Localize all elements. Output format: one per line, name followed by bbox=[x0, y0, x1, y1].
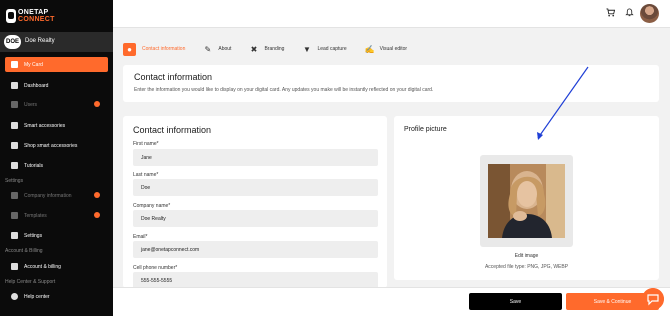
sidebar-item-label: Help center bbox=[24, 293, 50, 300]
logo-line-1: ONETAP bbox=[18, 9, 49, 16]
sidebar-item-label: Templates bbox=[24, 212, 47, 219]
accessories-icon bbox=[11, 122, 18, 129]
logo-icon bbox=[6, 9, 16, 23]
account-avatar: DOE bbox=[4, 35, 21, 49]
email-field[interactable]: jane@onetapconnect.com bbox=[133, 241, 378, 258]
save-button[interactable]: Save bbox=[469, 293, 562, 310]
person-icon: ● bbox=[123, 42, 136, 56]
section-help: Help Center & Support bbox=[5, 279, 56, 285]
billing-icon bbox=[11, 263, 18, 270]
users-icon bbox=[11, 101, 18, 108]
upgrade-badge-icon bbox=[94, 192, 100, 198]
sidebar-item-billing[interactable]: Account & billing bbox=[5, 259, 108, 274]
tools-icon: ✖ bbox=[250, 44, 258, 54]
cell-phone-field[interactable]: 555-555-5555 bbox=[133, 272, 378, 288]
dashboard-icon bbox=[11, 82, 18, 89]
sidebar-item-my-card[interactable]: My Card bbox=[5, 57, 108, 72]
tab-label: About bbox=[218, 46, 232, 52]
contact-form-card: Contact information First name* Jane Las… bbox=[123, 116, 387, 288]
section-settings: Settings bbox=[5, 178, 24, 184]
accepted-file-types: Accepted file type: PNG, JPG, WEBP bbox=[484, 264, 569, 270]
card-icon bbox=[11, 61, 18, 68]
brand-logo[interactable]: ONETAP CONNECT bbox=[6, 9, 68, 25]
sidebar-item-tutorials[interactable]: Tutorials bbox=[5, 158, 108, 173]
profile-photo bbox=[488, 164, 565, 238]
tab-label: Branding bbox=[264, 46, 285, 52]
edit-image-link[interactable]: Edit image bbox=[394, 253, 659, 259]
profile-picture-card: Profile picture Edit image Accepted file… bbox=[394, 116, 659, 280]
document-edit-icon: ✎ bbox=[204, 44, 212, 54]
tab-label: Visual editor bbox=[379, 46, 408, 52]
gear-icon bbox=[11, 232, 18, 239]
sidebar-item-smart-accessories[interactable]: Smart accessories bbox=[5, 118, 108, 133]
sidebar-item-help[interactable]: Help center bbox=[5, 289, 108, 304]
sidebar-item-label: Company information bbox=[24, 192, 72, 199]
account-name: Doe Realty bbox=[25, 38, 55, 44]
shop-icon bbox=[11, 142, 18, 149]
sidebar-item-templates[interactable]: Templates bbox=[5, 208, 108, 223]
logo-line-2: CONNECT bbox=[18, 16, 55, 23]
last-name-label: Last name* bbox=[133, 172, 159, 178]
cell-phone-label: Cell phone number* bbox=[133, 265, 178, 271]
tab-about[interactable]: ✎ About bbox=[203, 44, 232, 54]
tab-label: Contact information bbox=[142, 46, 186, 52]
first-name-label: First name* bbox=[133, 141, 159, 147]
account-switcher[interactable]: DOE Doe Realty bbox=[0, 32, 113, 52]
sidebar-item-dashboard[interactable]: Dashboard bbox=[5, 78, 108, 93]
chat-icon[interactable] bbox=[642, 288, 664, 310]
sidebar-item-label: Dashboard bbox=[24, 82, 49, 89]
tab-visual-editor[interactable]: ✍ Visual editor bbox=[365, 45, 407, 54]
filter-icon: ▼ bbox=[302, 44, 311, 54]
tutorials-icon bbox=[11, 162, 18, 169]
sidebar-item-label: Tutorials bbox=[24, 162, 43, 169]
section-billing: Account & Billing bbox=[5, 248, 43, 254]
company-icon bbox=[11, 192, 18, 199]
user-avatar[interactable] bbox=[640, 4, 659, 23]
tab-label: Lead capture bbox=[317, 46, 347, 52]
sidebar-item-label: Shop smart accessories bbox=[24, 142, 78, 149]
page-title: Contact information bbox=[134, 72, 213, 82]
sidebar-item-label: Account & billing bbox=[24, 263, 61, 270]
last-name-field[interactable]: Doe bbox=[133, 179, 378, 196]
top-bar bbox=[113, 0, 670, 28]
tab-contact-information[interactable]: ● Contact information bbox=[123, 42, 186, 56]
sidebar: ONETAP CONNECT DOE Doe Realty My Card Da… bbox=[0, 0, 113, 316]
sidebar-item-settings[interactable]: Settings bbox=[5, 228, 108, 243]
sidebar-item-label: Users bbox=[24, 101, 38, 108]
templates-icon bbox=[11, 212, 18, 219]
company-name-label: Company name* bbox=[133, 203, 171, 209]
sidebar-item-users[interactable]: Users bbox=[5, 97, 108, 112]
form-title: Contact information bbox=[133, 125, 212, 135]
tab-bar: ● Contact information ✎ About ✖ Branding… bbox=[123, 41, 425, 57]
sidebar-item-label: Settings bbox=[24, 232, 43, 239]
sidebar-item-label: Smart accessories bbox=[24, 122, 66, 129]
upgrade-badge-icon bbox=[94, 101, 100, 107]
help-icon bbox=[11, 293, 18, 300]
edit-page-icon: ✍ bbox=[364, 44, 375, 54]
cart-icon[interactable] bbox=[606, 8, 615, 17]
upgrade-badge-icon bbox=[94, 212, 100, 218]
sidebar-item-shop[interactable]: Shop smart accessories bbox=[5, 138, 108, 153]
profile-picture-title: Profile picture bbox=[404, 126, 447, 133]
profile-photo-frame[interactable] bbox=[480, 155, 573, 247]
tab-lead-capture[interactable]: ▼ Lead capture bbox=[302, 44, 347, 54]
sidebar-item-company-info[interactable]: Company information bbox=[5, 188, 108, 203]
intro-card: Contact information Enter the informatio… bbox=[123, 65, 659, 102]
company-name-field[interactable]: Doe Realty bbox=[133, 210, 378, 227]
tab-branding[interactable]: ✖ Branding bbox=[249, 44, 285, 54]
page-description: Enter the information you would like to … bbox=[134, 87, 434, 93]
sidebar-item-label: My Card bbox=[24, 61, 43, 68]
bell-icon[interactable] bbox=[625, 8, 634, 17]
email-label: Email* bbox=[133, 234, 148, 240]
first-name-field[interactable]: Jane bbox=[133, 149, 378, 166]
